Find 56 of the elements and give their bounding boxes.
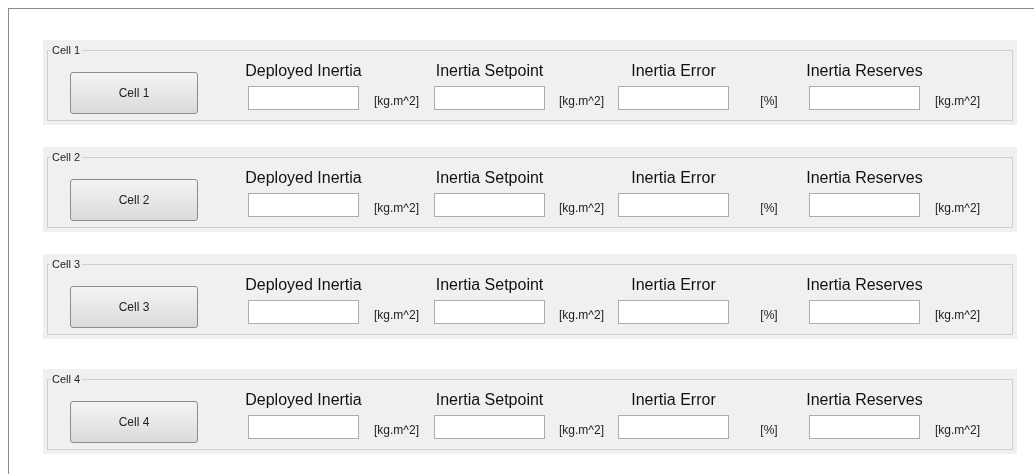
field-label: Inertia Error [631,62,716,80]
field-label: Deployed Inertia [245,276,362,294]
input-field[interactable] [809,193,920,217]
unit-label: [kg.m^2] [935,94,980,108]
unit-label: [kg.m^2] [559,94,604,108]
group-title: Cell 3 [51,258,82,270]
field-label: Inertia Error [631,276,716,294]
cell-button[interactable]: Cell 4 [70,401,198,443]
input-field[interactable] [434,415,545,439]
field-label: Inertia Setpoint [435,169,544,187]
field-label: Inertia Reserves [806,276,923,294]
unit-label: [kg.m^2] [559,201,604,215]
field-label: Inertia Reserves [806,62,923,80]
field-label: Deployed Inertia [245,391,362,409]
field-label: Inertia Setpoint [435,391,544,409]
unit-label: [kg.m^2] [374,94,419,108]
input-field[interactable] [434,86,545,110]
input-field[interactable] [618,193,729,217]
input-field[interactable] [809,415,920,439]
field-label: Deployed Inertia [245,62,362,80]
input-field[interactable] [248,193,359,217]
unit-label: [kg.m^2] [935,201,980,215]
input-field[interactable] [434,300,545,324]
unit-label: [%] [760,423,778,437]
input-field[interactable] [248,86,359,110]
input-field[interactable] [248,300,359,324]
input-field[interactable] [809,300,920,324]
unit-label: [%] [760,308,778,322]
input-field[interactable] [618,300,729,324]
input-field[interactable] [618,86,729,110]
unit-label: [kg.m^2] [559,423,604,437]
unit-label: [kg.m^2] [935,423,980,437]
field-label: Inertia Reserves [806,169,923,187]
unit-label: [%] [760,94,778,108]
unit-label: [%] [760,201,778,215]
input-field[interactable] [434,193,545,217]
field-label: Inertia Error [631,169,716,187]
input-field[interactable] [809,86,920,110]
field-label: Inertia Setpoint [435,276,544,294]
field-label: Inertia Setpoint [435,62,544,80]
unit-label: [kg.m^2] [374,423,419,437]
unit-label: [kg.m^2] [559,308,604,322]
field-label: Deployed Inertia [245,169,362,187]
input-field[interactable] [248,415,359,439]
group-title: Cell 1 [51,44,82,56]
group-title: Cell 2 [51,151,82,163]
field-label: Inertia Error [631,391,716,409]
unit-label: [kg.m^2] [374,308,419,322]
group-title: Cell 4 [51,373,82,385]
unit-label: [kg.m^2] [935,308,980,322]
field-label: Inertia Reserves [806,391,923,409]
unit-label: [kg.m^2] [374,201,419,215]
input-field[interactable] [618,415,729,439]
cell-button[interactable]: Cell 3 [70,286,198,328]
cell-button[interactable]: Cell 2 [70,179,198,221]
cell-button[interactable]: Cell 1 [70,72,198,114]
